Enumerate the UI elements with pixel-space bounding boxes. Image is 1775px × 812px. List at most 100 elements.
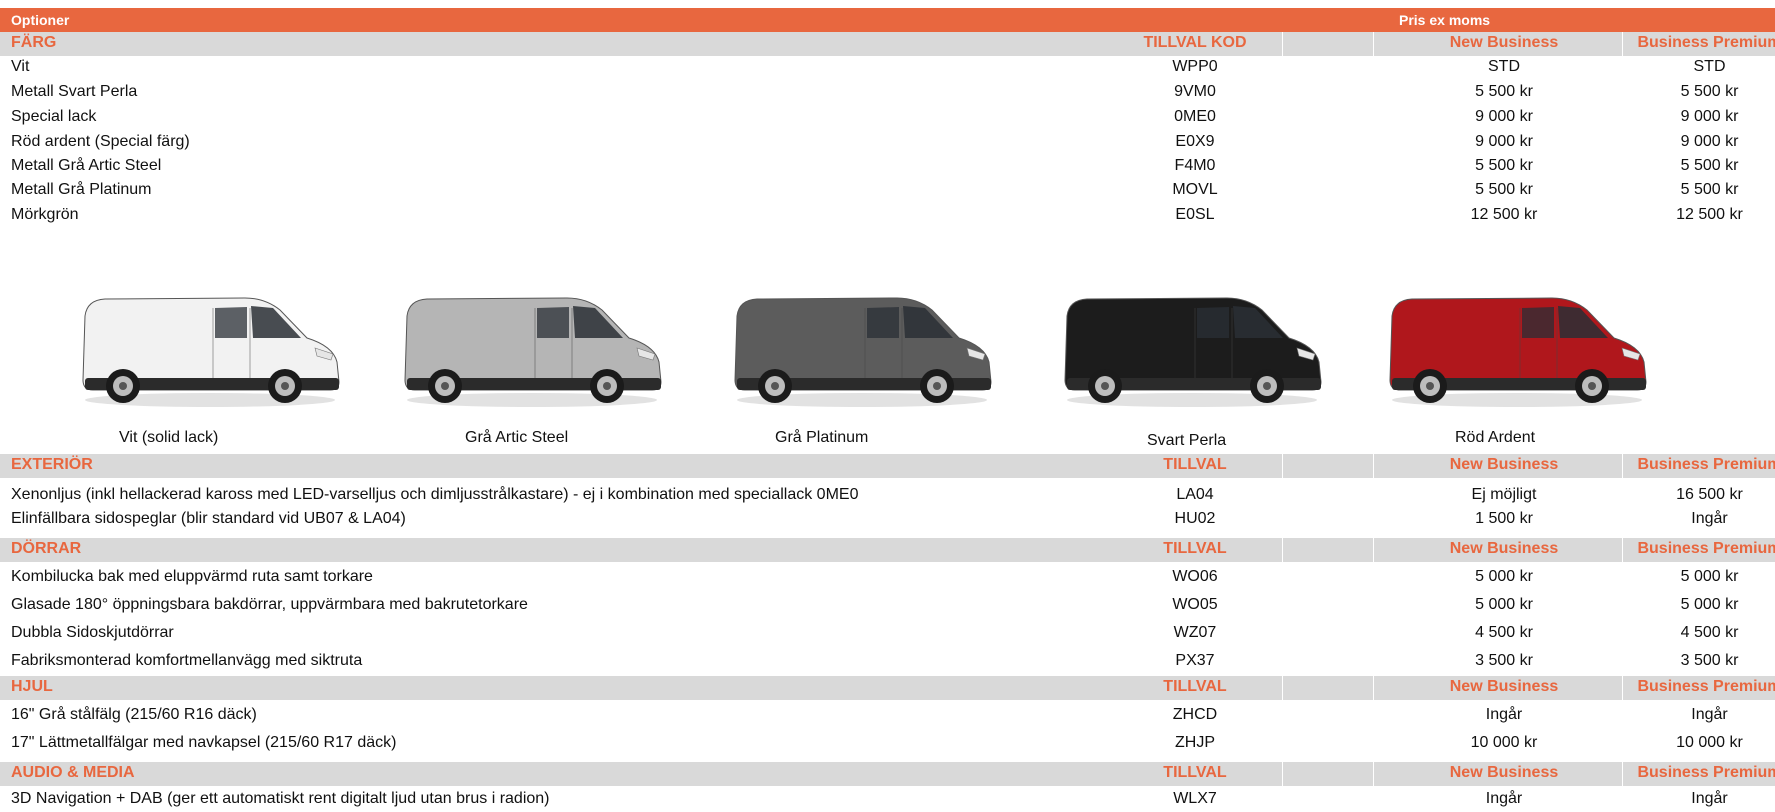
option-name: 17" Lättmetallfälgar med navkapsel (215/… [11,734,397,751]
col-code-header: TILLVAL KOD [1143,34,1247,51]
option-code: ZHJP [1175,734,1215,751]
section-header-farg: FÄRG TILLVAL KOD New Business Business P… [0,32,1775,56]
option-name: Mörkgrön [11,206,79,223]
price-business-premium: 5 500 kr [1680,157,1739,174]
price-new-business: 5 500 kr [1475,181,1533,198]
option-code: WZ07 [1173,624,1217,641]
table-row: Vit WPP0 STD STD [0,56,1775,80]
price-new-business: Ingår [1485,790,1523,807]
price-business-premium: Ingår [1691,790,1728,807]
table-row: Röd ardent (Special färg) E0X9 9 000 kr … [0,131,1775,155]
option-name: Xenonljus (inkl hellackerad kaross med L… [11,486,859,503]
van-label: Grå Artic Steel [465,429,569,446]
table-row: 17" Lättmetallfälgar med navkapsel (215/… [0,732,1775,756]
van-label: Vit (solid lack) [119,429,219,446]
option-name: Röd ardent (Special färg) [11,133,190,150]
table-row: Dubbla Sidoskjutdörrar WZ07 4 500 kr 4 5… [0,622,1775,646]
option-code: WO06 [1172,568,1218,585]
price-new-business: 9 000 kr [1475,133,1533,150]
price-new-business: Ej möjligt [1471,486,1537,503]
price-new-business: 5 500 kr [1475,83,1533,100]
table-row: Special lack 0ME0 9 000 kr 9 000 kr [0,106,1775,130]
section-title: FÄRG [11,34,57,51]
price-new-business: Ingår [1485,706,1523,723]
price-new-business: 9 000 kr [1475,108,1533,125]
option-name: Metall Grå Artic Steel [11,157,162,174]
price-business-premium: 9 000 kr [1680,133,1739,150]
option-name: Dubbla Sidoskjutdörrar [11,624,174,641]
table-row: Metall Grå Platinum MOVL 5 500 kr 5 500 … [0,179,1775,203]
price-new-business: 3 500 kr [1475,652,1533,669]
table-row: Metall Svart Perla 9VM0 5 500 kr 5 500 k… [0,81,1775,105]
section-title: DÖRRAR [11,540,82,557]
col-code-header: TILLVAL [1163,456,1227,473]
option-name: Vit [11,58,30,75]
col-code-header: TILLVAL [1163,540,1227,557]
van-label: Svart Perla [1147,432,1227,449]
option-name: Fabriksmonterad komfortmellanvägg med si… [11,652,363,669]
table-row: Metall Grå Artic Steel F4M0 5 500 kr 5 5… [0,155,1775,179]
option-name: Kombilucka bak med eluppvärmd ruta samt … [11,568,373,585]
van-image-rod-ardent [1389,297,1647,407]
option-name: Elinfällbara sidospeglar (blir standard … [11,510,406,527]
option-code: F4M0 [1174,157,1216,174]
van-image-white [82,297,340,407]
option-name: Metall Svart Perla [11,83,138,100]
price-business-premium: 5 000 kr [1680,596,1739,613]
price-business-premium: 5 500 kr [1680,181,1739,198]
price-new-business: STD [1488,58,1520,75]
option-code: LA04 [1176,486,1214,503]
col-business-premium-header: Business Premium [1637,540,1775,557]
price-new-business: 5 000 kr [1475,568,1533,585]
table-row: Elinfällbara sidospeglar (blir standard … [0,508,1775,532]
section-title: EXTERIÖR [11,456,93,473]
price-business-premium: 10 000 kr [1676,734,1743,751]
option-name: Special lack [11,108,97,125]
option-code: 0ME0 [1174,108,1216,125]
price-new-business: 4 500 kr [1475,624,1533,641]
header-options-label: Optioner [11,12,70,28]
section-header-dorrar: DÖRRAR TILLVAL New Business Business Pre… [0,538,1775,562]
price-business-premium: 5 500 kr [1680,83,1739,100]
van-image-artic-steel [404,297,662,407]
table-row: Xenonljus (inkl hellackerad kaross med L… [0,484,1775,508]
col-business-premium-header: Business Premium [1637,764,1775,781]
col-new-business-header: New Business [1449,540,1559,557]
section-header-audio-media: AUDIO & MEDIA TILLVAL New Business Busin… [0,762,1775,786]
option-name: Glasade 180° öppningsbara bakdörrar, upp… [11,596,528,613]
header-price-label: Pris ex moms [1399,12,1491,28]
option-code: E0SL [1175,206,1215,223]
header-bar: Optioner Pris ex moms [0,8,1775,32]
option-code: HU02 [1174,510,1216,527]
col-new-business-header: New Business [1449,764,1559,781]
option-code: WPP0 [1172,58,1218,75]
van-image-svart-perla [1064,297,1322,407]
option-name: Metall Grå Platinum [11,181,152,198]
section-title: AUDIO & MEDIA [11,764,135,781]
price-business-premium: 5 000 kr [1680,568,1739,585]
option-code: ZHCD [1172,706,1218,723]
price-new-business: 5 000 kr [1475,596,1533,613]
option-code: 9VM0 [1174,83,1216,100]
option-code: WLX7 [1173,790,1217,807]
col-business-premium-header: Business Premium [1637,456,1775,473]
section-header-exterior: EXTERIÖR TILLVAL New Business Business P… [0,454,1775,478]
option-name: 16" Grå stålfälg (215/60 R16 däck) [11,706,257,723]
option-code: WO05 [1172,596,1218,613]
option-code: E0X9 [1175,133,1215,150]
table-row: Mörkgrön E0SL 12 500 kr 12 500 kr [0,204,1775,228]
option-code: PX37 [1175,652,1215,669]
table-row: 16" Grå stålfälg (215/60 R16 däck) ZHCD … [0,704,1775,728]
price-business-premium: Ingår [1691,706,1728,723]
price-new-business: 1 500 kr [1475,510,1533,527]
van-label: Grå Platinum [775,429,869,446]
price-business-premium: 9 000 kr [1680,108,1739,125]
option-code: MOVL [1172,181,1218,198]
table-row: 3D Navigation + DAB (ger ett automatiskt… [0,788,1775,812]
price-new-business: 12 500 kr [1470,206,1538,223]
price-business-premium: 12 500 kr [1676,206,1743,223]
option-name: 3D Navigation + DAB (ger ett automatiskt… [11,790,550,807]
price-new-business: 10 000 kr [1470,734,1538,751]
col-code-header: TILLVAL [1163,678,1227,695]
table-row: Kombilucka bak med eluppvärmd ruta samt … [0,566,1775,590]
